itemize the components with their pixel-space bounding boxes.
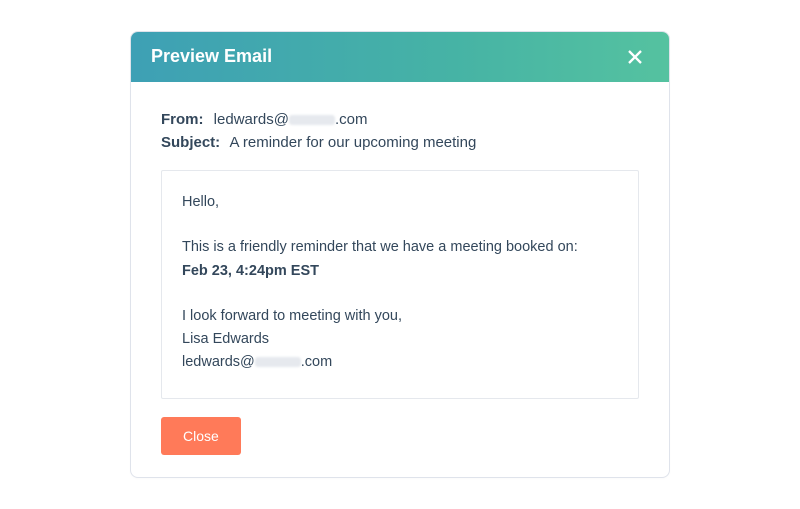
modal-header: Preview Email	[131, 32, 669, 82]
from-value: ledwards@ .com	[214, 111, 368, 128]
close-button[interactable]: Close	[161, 417, 241, 455]
subject-value: A reminder for our upcoming meeting	[230, 134, 477, 151]
from-label: From:	[161, 111, 204, 128]
email-closing: I look forward to meeting with you,	[182, 305, 618, 328]
from-suffix: .com	[335, 111, 368, 128]
redacted-domain	[255, 357, 301, 367]
redacted-domain	[289, 115, 335, 125]
from-line: From: ledwards@ .com	[161, 108, 639, 131]
modal-body: From: ledwards@ .com Subject: A reminder …	[131, 82, 669, 478]
email-signature-email: ledwards@ .com	[182, 351, 618, 374]
signature-email-prefix: ledwards@	[182, 354, 255, 370]
from-prefix: ledwards@	[214, 111, 289, 128]
email-line-reminder: This is a friendly reminder that we have…	[182, 236, 618, 259]
close-icon[interactable]	[621, 43, 649, 71]
email-body-card: Hello, This is a friendly reminder that …	[161, 170, 639, 399]
email-greeting: Hello,	[182, 191, 618, 214]
email-meeting-datetime: Feb 23, 4:24pm EST	[182, 260, 618, 283]
email-signature-name: Lisa Edwards	[182, 328, 618, 351]
signature-email-suffix: .com	[301, 354, 332, 370]
preview-email-modal: Preview Email From: ledwards@ .com Subjec…	[130, 31, 670, 479]
subject-line: Subject: A reminder for our upcoming mee…	[161, 131, 639, 154]
modal-title: Preview Email	[151, 46, 272, 67]
subject-label: Subject:	[161, 134, 220, 151]
